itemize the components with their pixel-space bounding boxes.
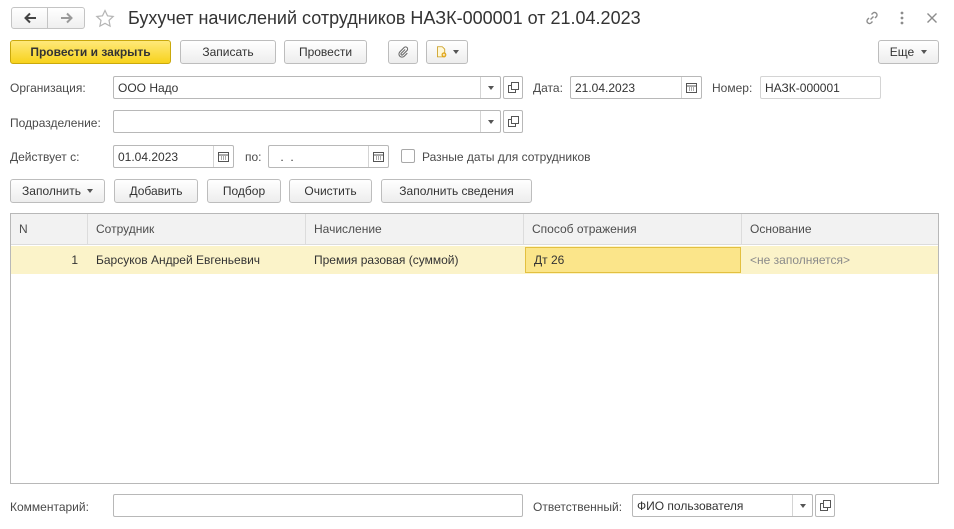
- clear-button[interactable]: Очистить: [289, 179, 372, 203]
- fill-info-button[interactable]: Заполнить сведения: [381, 179, 532, 203]
- responsible-open-button[interactable]: [815, 494, 835, 517]
- organization-label: Организация:: [10, 81, 86, 95]
- add-button[interactable]: Добавить: [114, 179, 198, 203]
- different-dates-label[interactable]: Разные даты для сотрудников: [422, 150, 591, 164]
- department-open-button[interactable]: [503, 110, 523, 133]
- date-value: 21.04.2023: [575, 81, 636, 95]
- calendar-icon: [218, 152, 229, 162]
- close-icon: [927, 13, 937, 23]
- close-button[interactable]: [922, 8, 942, 28]
- responsible-label: Ответственный:: [533, 500, 623, 514]
- select-button[interactable]: Подбор: [207, 179, 281, 203]
- column-header-basis[interactable]: Основание: [742, 214, 938, 245]
- organization-field[interactable]: ООО Надо: [113, 76, 501, 99]
- valid-from-label: Действует с:: [10, 150, 80, 164]
- column-header-accrual[interactable]: Начисление: [306, 214, 524, 245]
- back-button[interactable]: [12, 8, 48, 28]
- chevron-down-icon: [487, 119, 494, 124]
- chevron-down-icon: [921, 50, 928, 54]
- valid-to-label: по:: [245, 150, 262, 164]
- forward-button[interactable]: [49, 8, 85, 28]
- chevron-down-icon: [487, 85, 494, 90]
- calendar-icon: [686, 83, 697, 93]
- number-field[interactable]: НАЗК-000001: [760, 76, 881, 99]
- arrow-left-icon: [23, 12, 36, 24]
- chevron-down-icon: [453, 50, 459, 54]
- more-actions-button[interactable]: [892, 8, 912, 28]
- more-button[interactable]: Еще: [878, 40, 939, 64]
- link-icon: [866, 11, 878, 25]
- arrow-right-icon: [61, 12, 73, 24]
- attach-file-button[interactable]: [388, 40, 418, 64]
- valid-from-field[interactable]: 01.04.2023: [113, 145, 234, 168]
- cell-employee[interactable]: Барсуков Андрей Евгеньевич: [88, 246, 306, 274]
- column-header-n[interactable]: N: [11, 214, 88, 245]
- date-label: Дата:: [533, 81, 563, 95]
- comment-field[interactable]: [113, 494, 523, 517]
- department-label: Подразделение:: [10, 116, 101, 130]
- valid-to-value: . .: [277, 150, 294, 164]
- favorite-button[interactable]: [93, 7, 117, 29]
- save-button[interactable]: Записать: [180, 40, 276, 64]
- organization-dropdown[interactable]: [480, 77, 500, 98]
- column-header-method[interactable]: Способ отражения: [524, 214, 742, 245]
- different-dates-checkbox[interactable]: [401, 149, 415, 163]
- chevron-down-icon: [86, 189, 93, 193]
- organization-value: ООО Надо: [118, 81, 179, 95]
- valid-to-field[interactable]: . .: [268, 145, 389, 168]
- cell-method[interactable]: Дт 26: [525, 247, 741, 273]
- document-create-icon: [437, 46, 447, 58]
- number-value: НАЗК-000001: [765, 81, 840, 95]
- more-button-label: Еще: [889, 45, 915, 59]
- department-dropdown[interactable]: [480, 111, 500, 132]
- valid-from-calendar-button[interactable]: [213, 146, 233, 167]
- cell-accrual[interactable]: Премия разовая (суммой): [306, 246, 524, 274]
- fill-button[interactable]: Заполнить: [10, 179, 105, 203]
- paperclip-icon: [398, 46, 409, 58]
- fill-button-label: Заполнить: [22, 184, 81, 198]
- department-field[interactable]: [113, 110, 501, 133]
- open-window-icon: [507, 82, 519, 93]
- chevron-down-icon: [799, 503, 806, 508]
- cell-n[interactable]: 1: [11, 246, 88, 274]
- comment-label: Комментарий:: [10, 500, 89, 514]
- open-window-icon: [819, 500, 831, 511]
- post-button[interactable]: Провести: [284, 40, 367, 64]
- window-title: Бухучет начислений сотрудников НАЗК-0000…: [128, 8, 641, 28]
- valid-to-calendar-button[interactable]: [368, 146, 388, 167]
- organization-open-button[interactable]: [503, 76, 523, 99]
- number-label: Номер:: [712, 81, 753, 95]
- star-icon: [95, 8, 115, 27]
- post-and-close-button[interactable]: Провести и закрыть: [10, 40, 171, 64]
- calendar-icon: [373, 152, 384, 162]
- date-field[interactable]: 21.04.2023: [570, 76, 702, 99]
- nav-buttons: [11, 7, 85, 29]
- column-header-employee[interactable]: Сотрудник: [88, 214, 306, 245]
- valid-from-value: 01.04.2023: [118, 150, 179, 164]
- accruals-table[interactable]: N Сотрудник Начисление Способ отражения …: [10, 213, 939, 484]
- more-vertical-icon: [900, 11, 904, 25]
- table-row[interactable]: 1 Барсуков Андрей Евгеньевич Премия разо…: [11, 246, 938, 274]
- create-based-on-button[interactable]: [426, 40, 468, 64]
- open-window-icon: [507, 116, 519, 127]
- table-header: N Сотрудник Начисление Способ отражения …: [11, 214, 938, 245]
- date-calendar-button[interactable]: [681, 77, 701, 98]
- cell-basis[interactable]: <не заполняется>: [742, 246, 938, 274]
- link-button[interactable]: [861, 8, 883, 28]
- responsible-dropdown[interactable]: [792, 495, 812, 516]
- responsible-value: ФИО пользователя: [637, 499, 744, 513]
- responsible-field[interactable]: ФИО пользователя: [632, 494, 813, 517]
